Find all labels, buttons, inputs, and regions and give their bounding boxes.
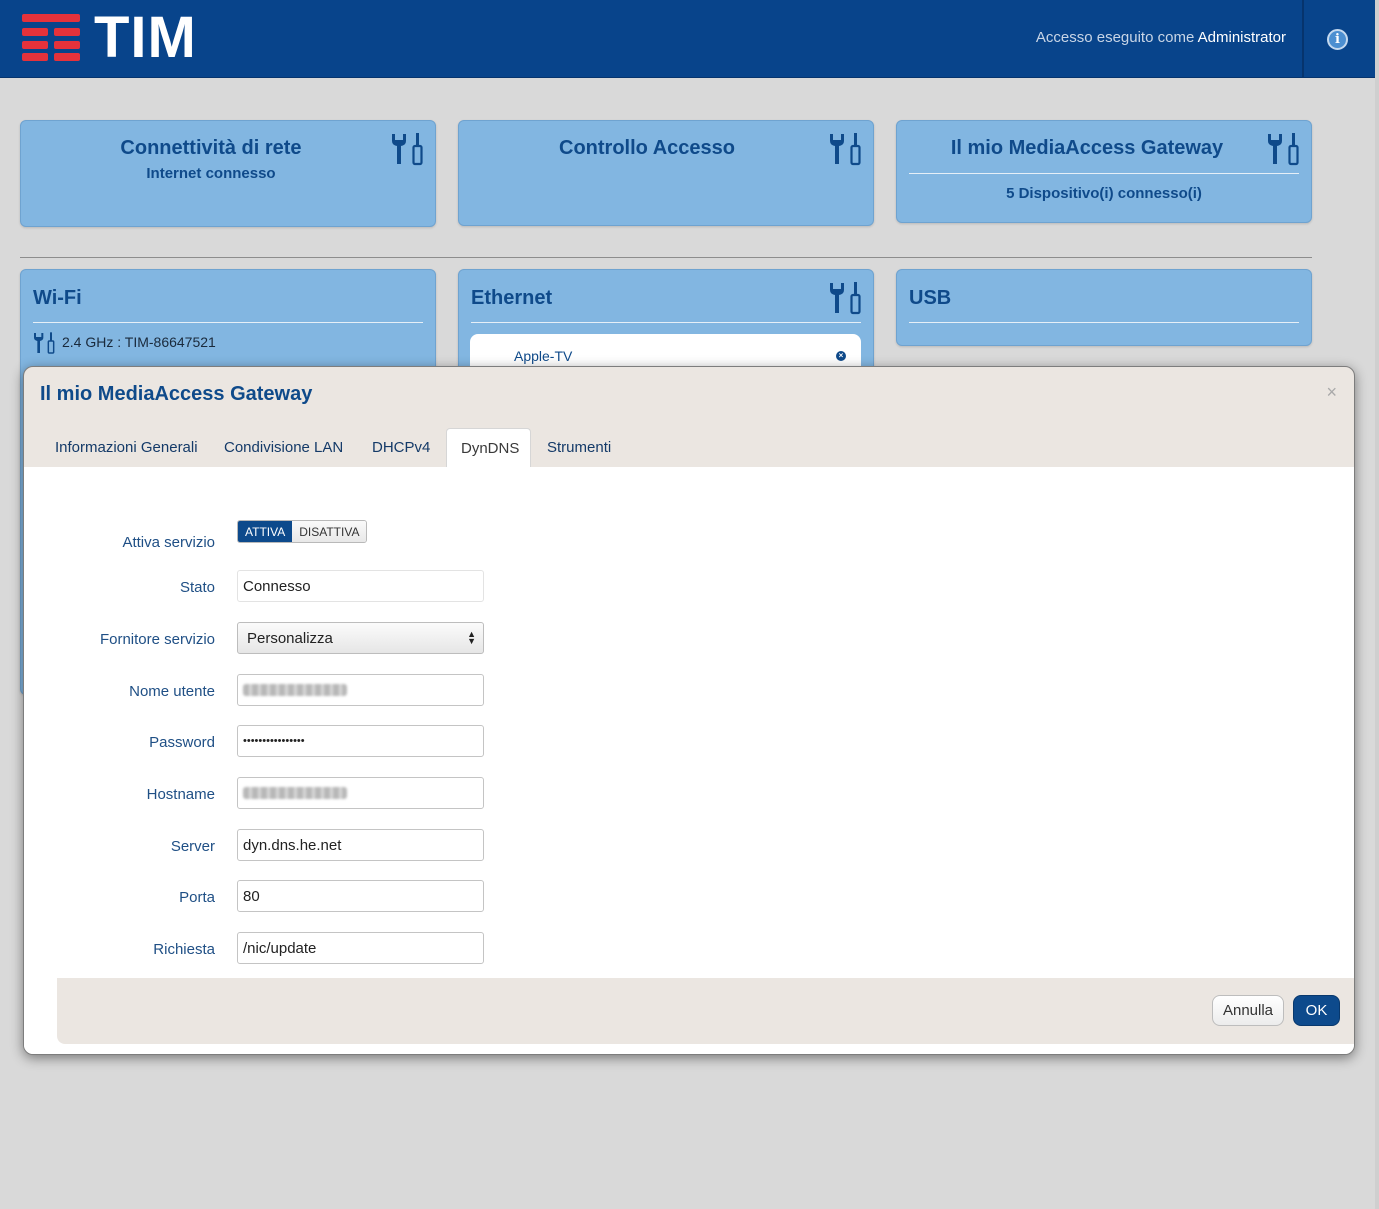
provider-selected-value: Personalizza: [247, 630, 333, 647]
password-input[interactable]: ••••••••••••••••: [237, 725, 484, 757]
toggle-off[interactable]: DISATTIVA: [292, 521, 367, 542]
card-title: Wi-Fi: [33, 287, 82, 309]
label-username: Nome utente: [129, 683, 215, 700]
top-header: TIM Accesso eseguito come Administrator …: [0, 0, 1379, 78]
page-scrollbar[interactable]: [1375, 0, 1379, 1209]
device-name: Apple-TV: [514, 348, 573, 364]
tim-logo-mark: [22, 14, 80, 61]
label-password: Password: [149, 734, 215, 751]
modal-tabs: Informazioni Generali Condivisione LAN D…: [40, 428, 1340, 468]
tab-dhcpv4[interactable]: DHCPv4: [372, 428, 430, 468]
row-status: Stato Connesso: [24, 570, 724, 602]
toggle-on[interactable]: ATTIVA: [238, 521, 293, 542]
row-hostname: Hostname: [24, 777, 724, 809]
label-server: Server: [170, 838, 215, 855]
remove-device-icon[interactable]: ×: [836, 351, 846, 361]
redacted-value: [243, 684, 347, 696]
row-server: Server dyn.dns.he.net: [24, 829, 724, 861]
tim-logo[interactable]: TIM: [20, 8, 220, 68]
header-divider: [1302, 0, 1304, 78]
info-icon[interactable]: i: [1327, 29, 1348, 50]
gateway-modal: Il mio MediaAccess Gateway × Informazion…: [23, 366, 1355, 1055]
card-usb[interactable]: USB: [896, 269, 1312, 346]
row-username: Nome utente: [24, 674, 724, 706]
card-title: Controllo Accesso: [559, 137, 735, 159]
tab-informazioni-generali[interactable]: Informazioni Generali: [55, 428, 198, 468]
card-divider: [909, 322, 1299, 323]
close-icon[interactable]: ×: [1326, 382, 1337, 402]
tab-condivisione-lan[interactable]: Condivisione LAN: [224, 428, 343, 468]
card-divider: [33, 322, 423, 323]
card-title: Connettività di rete: [120, 137, 302, 159]
label-request: Richiesta: [153, 941, 215, 958]
port-input[interactable]: 80: [237, 880, 484, 912]
card-gateway[interactable]: Il mio MediaAccess Gateway 5 Dispositivo…: [896, 120, 1312, 223]
modal-footer: Annulla OK: [57, 978, 1354, 1044]
row-port: Porta 80: [24, 880, 724, 912]
select-arrows-icon: ▲ ▼: [467, 629, 476, 646]
section-divider: [20, 257, 1312, 258]
card-divider: [909, 173, 1299, 174]
tools-icon[interactable]: [1265, 132, 1301, 166]
tools-icon[interactable]: [827, 281, 863, 315]
label-provider: Fornitore servizio: [99, 631, 215, 648]
login-user[interactable]: Administrator: [1198, 29, 1286, 46]
dyndns-form: Attiva servizio ATTIVA DISATTIVA Stato C…: [24, 467, 1354, 1054]
row-service: Attiva servizio ATTIVA DISATTIVA: [24, 520, 724, 552]
label-service: Attiva servizio: [122, 534, 215, 551]
card-network-connectivity[interactable]: Connettività di rete Internet connesso: [20, 120, 436, 227]
tools-icon[interactable]: [389, 132, 425, 166]
hostname-input[interactable]: [237, 777, 484, 809]
connected-devices-count[interactable]: 5 Dispositivo(i) connesso(i): [897, 185, 1311, 202]
row-password: Password ••••••••••••••••: [24, 725, 724, 757]
cancel-button[interactable]: Annulla: [1212, 995, 1284, 1026]
status-field: Connesso: [237, 570, 484, 602]
card-subtitle: Internet connesso: [146, 165, 276, 182]
ok-button[interactable]: OK: [1293, 995, 1340, 1026]
tim-logo-text: TIM: [94, 5, 197, 70]
wifi-network-name: 2.4 GHz : TIM-86647521: [62, 334, 216, 350]
redacted-value: [243, 787, 347, 799]
login-prefix: Accesso eseguito come: [1035, 29, 1195, 46]
card-divider: [471, 322, 861, 323]
username-input[interactable]: [237, 674, 484, 706]
row-provider: Fornitore servizio Personalizza ▲ ▼: [24, 622, 724, 654]
tab-strumenti[interactable]: Strumenti: [547, 428, 611, 468]
request-input[interactable]: /nic/update: [237, 932, 484, 964]
login-status: Accesso eseguito come Administrator: [1036, 29, 1286, 46]
label-port: Porta: [179, 889, 215, 906]
tools-icon[interactable]: [32, 331, 56, 355]
tools-icon[interactable]: [827, 132, 863, 166]
card-access-control[interactable]: Controllo Accesso: [458, 120, 874, 226]
card-title: Il mio MediaAccess Gateway: [950, 137, 1224, 159]
label-status: Stato: [179, 579, 215, 596]
server-input[interactable]: dyn.dns.he.net: [237, 829, 484, 861]
card-title: Ethernet: [471, 287, 553, 309]
modal-title: Il mio MediaAccess Gateway: [40, 383, 313, 405]
service-toggle[interactable]: ATTIVA DISATTIVA: [237, 520, 368, 543]
row-request: Richiesta /nic/update: [24, 932, 724, 964]
tab-dyndns[interactable]: DynDNS: [446, 428, 531, 468]
label-hostname: Hostname: [146, 786, 215, 803]
card-title: USB: [909, 287, 952, 309]
provider-select[interactable]: Personalizza ▲ ▼: [237, 622, 484, 654]
